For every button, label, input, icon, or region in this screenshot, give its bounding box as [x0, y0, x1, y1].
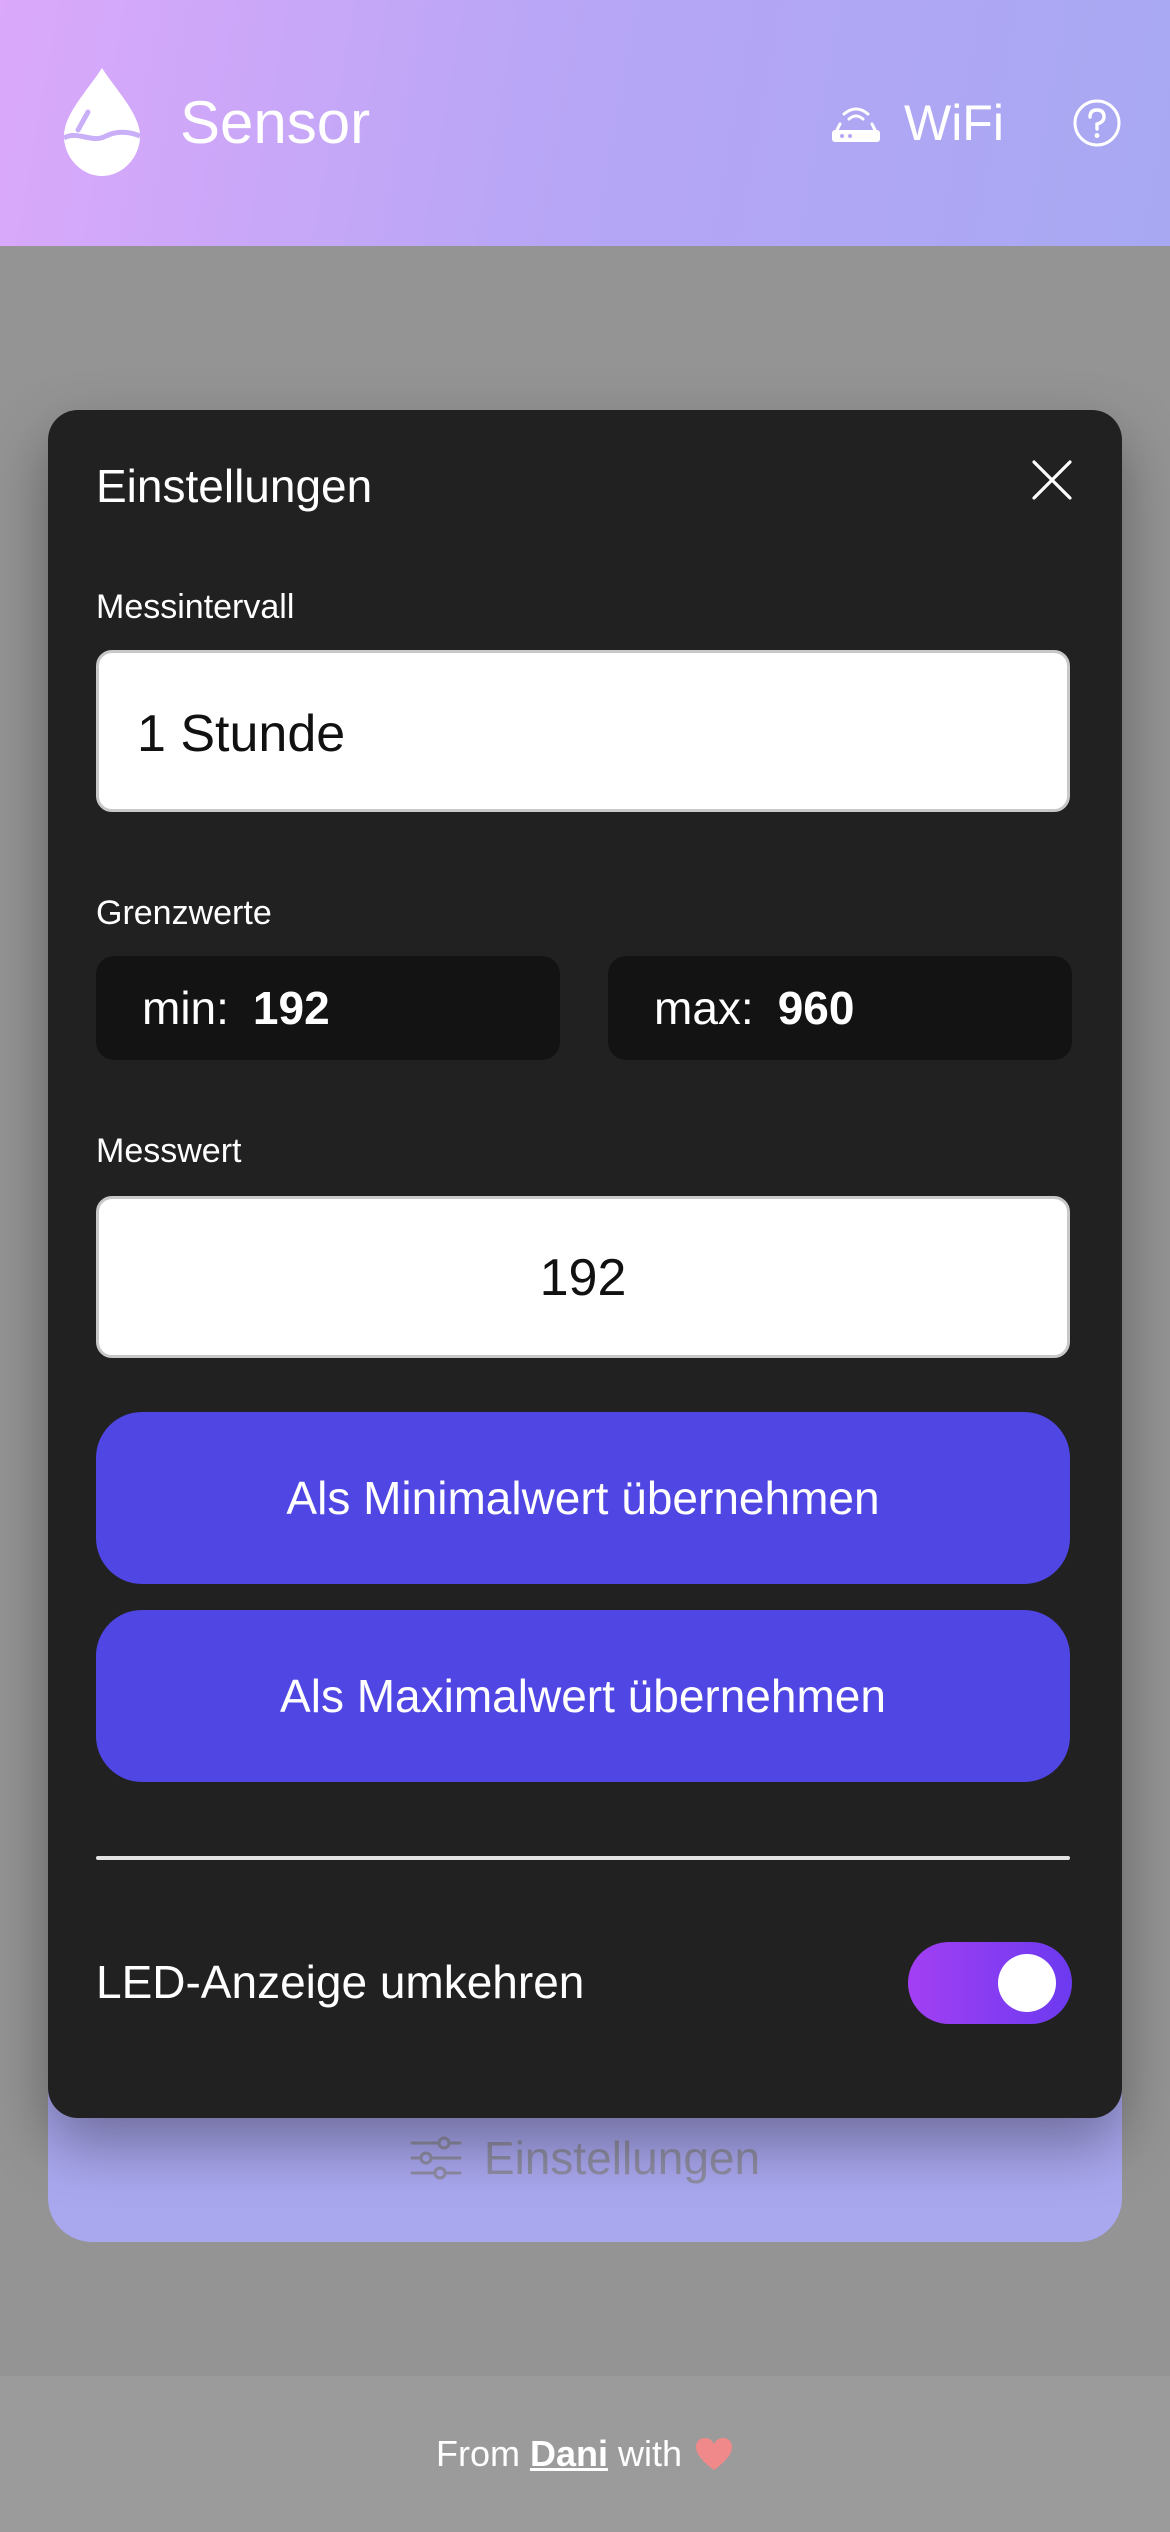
author-link[interactable]: Dani: [530, 2433, 608, 2475]
set-min-button[interactable]: Als Minimalwert übernehmen: [96, 1412, 1070, 1584]
min-label: min:: [142, 982, 229, 1034]
footer-prefix: From: [435, 2433, 520, 2474]
set-max-button[interactable]: Als Maximalwert übernehmen: [96, 1610, 1070, 1782]
app-header: Sensor WiFi: [0, 0, 1170, 246]
measurement-label: Messwert: [96, 1132, 242, 1170]
close-icon[interactable]: [1030, 458, 1074, 502]
wifi-button[interactable]: WiFi: [830, 90, 1004, 156]
sliders-icon: [410, 2136, 462, 2180]
divider: [96, 1856, 1070, 1860]
water-drop-logo-icon: [62, 68, 141, 176]
app-title: Sensor: [180, 89, 371, 156]
led-invert-label: LED-Anzeige umkehren: [96, 1956, 585, 2008]
modal-title: Einstellungen: [96, 460, 373, 512]
min-threshold-display: min: 192: [96, 956, 560, 1060]
measurement-value-field: 192: [96, 1196, 1070, 1358]
footer: From Dani with: [0, 2376, 1170, 2532]
router-wifi-icon: [832, 107, 880, 142]
max-value: 960: [777, 982, 855, 1034]
background-settings-button[interactable]: Einstellungen: [48, 2130, 1122, 2186]
heart-icon: [696, 2438, 733, 2470]
settings-modal: Einstellungen Messintervall 1 Stunde Gre…: [48, 410, 1122, 2118]
toggle-knob: [998, 1954, 1056, 2012]
thresholds-label: Grenzwerte: [96, 894, 272, 932]
wifi-label: WiFi: [904, 95, 1004, 151]
interval-label: Messintervall: [96, 588, 295, 626]
interval-select[interactable]: 1 Stunde: [96, 650, 1070, 812]
max-threshold-display: max: 960: [608, 956, 1072, 1060]
help-icon[interactable]: [1072, 98, 1122, 148]
background-settings-label: Einstellungen: [483, 2132, 761, 2184]
footer-suffix: with: [617, 2433, 683, 2474]
led-invert-toggle[interactable]: [908, 1942, 1072, 2024]
max-label: max:: [654, 982, 754, 1034]
min-value: 192: [252, 982, 330, 1034]
